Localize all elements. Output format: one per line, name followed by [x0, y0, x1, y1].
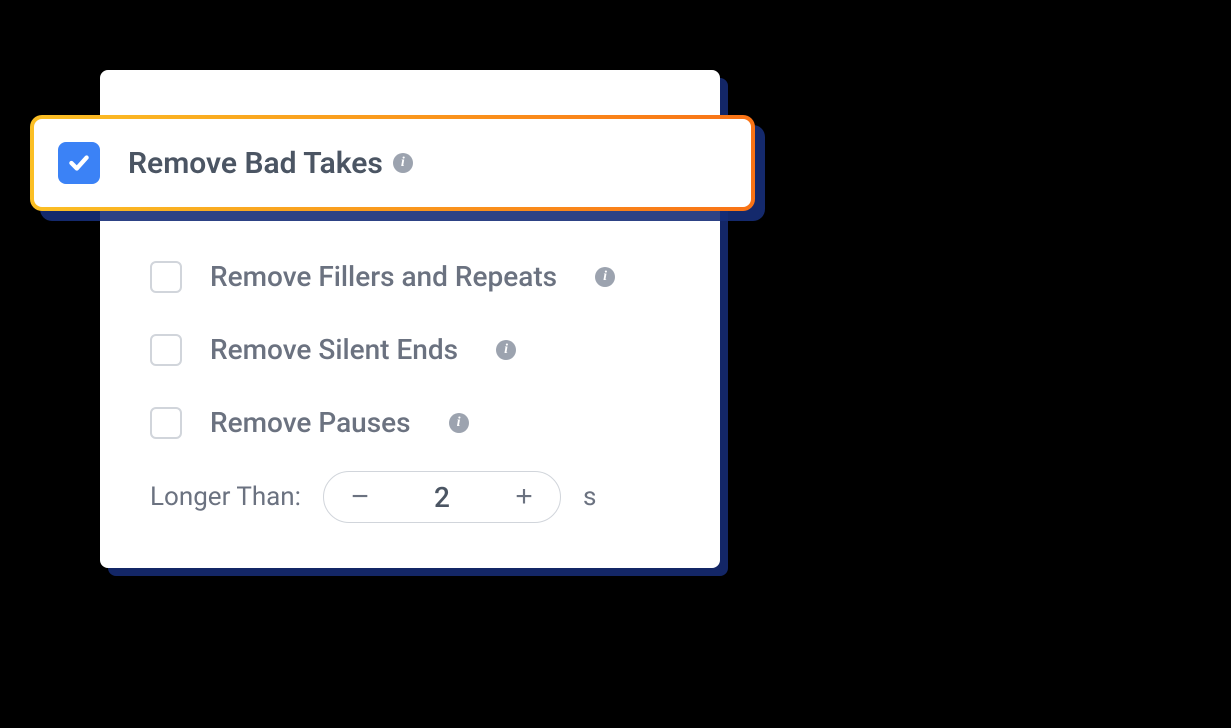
- option-remove-bad-takes: Remove Bad Takes i: [30, 115, 755, 211]
- longer-than-label: Longer Than:: [150, 482, 301, 512]
- option-remove-pauses: Remove Pauses i: [100, 386, 720, 459]
- info-icon[interactable]: i: [496, 340, 516, 360]
- longer-than-row: Longer Than: − 2 + s: [100, 471, 720, 523]
- info-icon[interactable]: i: [393, 153, 413, 173]
- checkbox-remove-pauses[interactable]: [150, 407, 182, 439]
- unit-label: s: [583, 482, 596, 512]
- option-label: Remove Bad Takes: [128, 146, 383, 181]
- checkbox-remove-silent-ends[interactable]: [150, 334, 182, 366]
- stepper-plus-button[interactable]: +: [488, 472, 560, 522]
- option-label: Remove Fillers and Repeats: [210, 260, 557, 293]
- checkbox-remove-fillers[interactable]: [150, 261, 182, 293]
- option-remove-fillers: Remove Fillers and Repeats i: [100, 240, 720, 313]
- stepper-value: 2: [396, 481, 488, 514]
- option-label: Remove Silent Ends: [210, 333, 458, 366]
- option-remove-silent-ends: Remove Silent Ends i: [100, 313, 720, 386]
- option-label: Remove Pauses: [210, 406, 411, 439]
- info-icon[interactable]: i: [449, 413, 469, 433]
- stepper-minus-button[interactable]: −: [324, 472, 396, 522]
- checkbox-remove-bad-takes[interactable]: [58, 142, 100, 184]
- info-icon[interactable]: i: [595, 267, 615, 287]
- duration-stepper: − 2 +: [323, 471, 561, 523]
